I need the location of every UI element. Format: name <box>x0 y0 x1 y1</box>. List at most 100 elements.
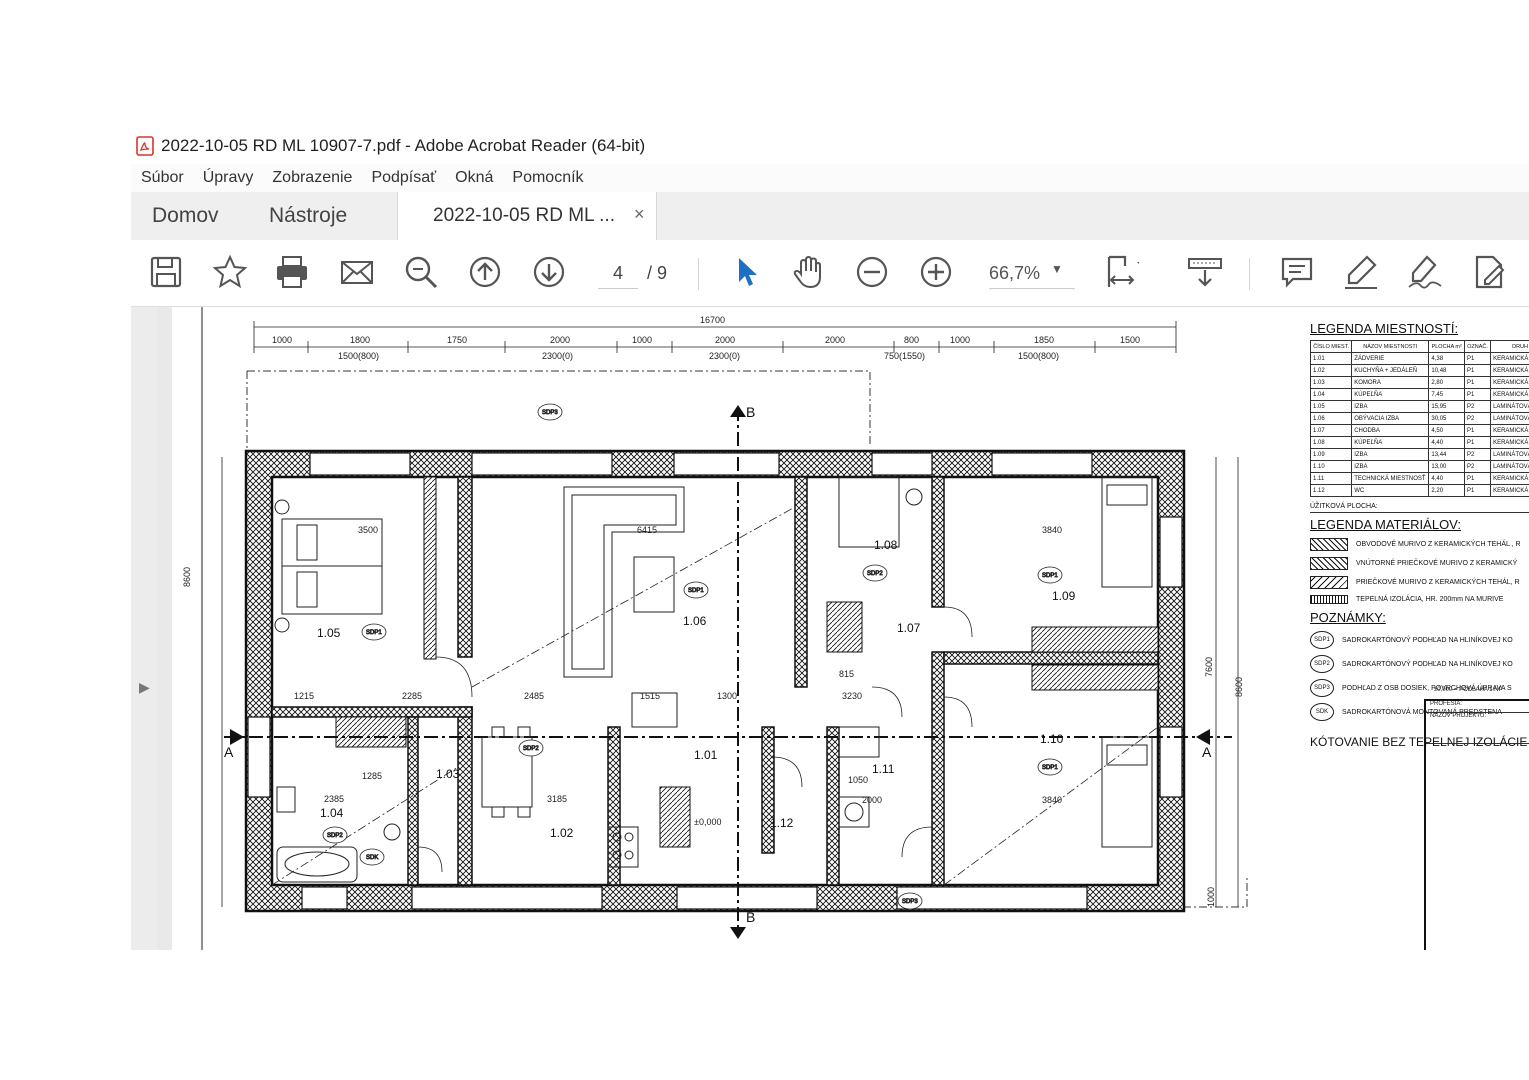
title-block-row: PROFESIA: <box>1426 701 1529 713</box>
fill-sign-button[interactable] <box>1471 254 1507 290</box>
dimension-label: 2300(0) <box>542 351 573 361</box>
room-label: 1.12 <box>770 816 794 830</box>
table-row: 1.07CHODBA4,50P1KERAMICKÁ DLAŽ <box>1309 424 1529 437</box>
zoom-out-button[interactable] <box>854 254 890 290</box>
dimension-label: 7600 <box>1204 657 1214 677</box>
ceiling-tag: SDP3 <box>542 410 558 416</box>
page-down-icon <box>533 256 565 288</box>
toolbar-separator <box>698 258 699 290</box>
bookmark-button[interactable] <box>212 254 248 290</box>
current-page-input[interactable]: 4 <box>598 258 638 289</box>
zoom-out-icon <box>856 256 888 288</box>
cell: LAMINÁTOVÁ POD <box>1490 412 1529 425</box>
cell: KERAMICKÁ DLAŽ <box>1490 484 1529 497</box>
title-bar: 2022-10-05 RD ML 10907-7.pdf - Adobe Acr… <box>131 128 1529 164</box>
dimension-label: 750(1550) <box>884 351 925 361</box>
dimension-label: 3230 <box>842 691 862 701</box>
dimension-label: 8600 <box>182 567 192 587</box>
email-button[interactable] <box>339 254 375 290</box>
dimension-label: 3840 <box>1042 795 1062 805</box>
cell: TECHNICKÁ MIESTNOSŤ <box>1351 472 1430 485</box>
comment-icon <box>1281 257 1313 288</box>
highlight-icon <box>1345 255 1377 289</box>
cell: 1.09 <box>1309 448 1353 461</box>
fill-sign-icon <box>1475 255 1505 289</box>
ceiling-tag: SDP1 <box>1042 573 1058 579</box>
zoom-in-button[interactable] <box>918 254 954 290</box>
comment-button[interactable] <box>1279 254 1315 290</box>
section-mark-b: B <box>746 404 755 420</box>
menu-sign[interactable]: Podpísať <box>371 169 436 187</box>
ceiling-tag: SDK <box>366 855 378 861</box>
dimension-label: 2000 <box>862 795 882 805</box>
ceiling-tag: SDP1 <box>1310 631 1334 649</box>
find-button[interactable] <box>403 254 439 290</box>
dimension-label: 2000 <box>550 335 570 345</box>
navigation-pane-toggle[interactable]: ▶ <box>131 307 157 950</box>
fit-page-button[interactable] <box>1103 254 1143 290</box>
notes-title: POZNÁMKY: <box>1310 610 1386 625</box>
menu-window[interactable]: Okná <box>455 169 493 187</box>
cell: P2 <box>1464 448 1492 461</box>
hatch-swatch <box>1310 557 1348 570</box>
table-row: 1.05IZBA15,95P2LAMINÁTOVÁ POD <box>1309 400 1529 413</box>
dimension-label: 2485 <box>524 691 544 701</box>
room-label: 1.09 <box>1052 589 1076 603</box>
tab-tools[interactable]: Nástroje <box>269 204 347 228</box>
search-zoom-icon <box>405 256 438 289</box>
cell: LAMINÁTOVÁ POD <box>1490 448 1529 461</box>
hand-tool-button[interactable] <box>791 254 827 290</box>
dimension-label: 1850 <box>1034 335 1054 345</box>
window-title: 2022-10-05 RD ML 10907-7.pdf - Adobe Acr… <box>161 136 646 155</box>
room-label: 1.06 <box>683 614 707 628</box>
rooms-table: ČÍSLO MIEST. NÁZOV MIESTNOSTI PLOCHA m² … <box>1309 340 1529 497</box>
section-mark-a: A <box>1202 744 1212 760</box>
overall-dimension: 16700 <box>700 315 725 325</box>
chevron-right-icon[interactable]: ▶ <box>139 679 150 696</box>
next-page-button[interactable] <box>531 254 567 290</box>
print-icon <box>277 256 307 288</box>
toolbar-separator <box>1249 258 1250 290</box>
dimension-label: 2000 <box>715 335 735 345</box>
highlight-button[interactable] <box>1343 254 1379 290</box>
dimension-label: 1300 <box>717 691 737 701</box>
menu-bar: Súbor Úpravy Zobrazenie Podpísať Okná Po… <box>131 164 1529 192</box>
email-icon <box>341 261 373 284</box>
usable-area-label: ÚŽITKOVÁ PLOCHA: <box>1310 503 1529 513</box>
cell: ZÁDVERIE <box>1351 352 1430 365</box>
menu-file[interactable]: Súbor <box>141 169 184 187</box>
room-label: 1.10 <box>1040 732 1064 746</box>
sign-button[interactable] <box>1407 254 1443 290</box>
cell: P1 <box>1464 472 1492 485</box>
close-tab-icon[interactable]: × <box>634 204 645 225</box>
select-tool-button[interactable] <box>728 254 764 290</box>
cell: P1 <box>1464 388 1492 401</box>
menu-view[interactable]: Zobrazenie <box>272 169 352 187</box>
room-label: 1.02 <box>550 826 574 840</box>
print-button[interactable] <box>274 254 310 290</box>
menu-help[interactable]: Pomocník <box>512 169 583 187</box>
cell: LAMINÁTOVÁ POD <box>1490 460 1529 473</box>
tab-home[interactable]: Domov <box>152 204 219 228</box>
cell: KERAMICKÁ DLAŽ <box>1490 424 1529 437</box>
menu-edit[interactable]: Úpravy <box>203 169 254 187</box>
previous-page-button[interactable] <box>467 254 503 290</box>
dimension-label: 3500 <box>358 525 378 535</box>
dimension-label: 8600 <box>1234 677 1244 697</box>
cell: KOMORA <box>1351 376 1430 389</box>
legend-panel: LEGENDA MIESTNOSTÍ: ČÍSLO MIEST. NÁZOV M… <box>1309 317 1529 749</box>
legend-item: TEPELNÁ IZOLÁCIA, HR. 200mm NA MURIVE <box>1310 595 1529 604</box>
cell: P1 <box>1464 364 1492 377</box>
dimension-label: 3185 <box>547 794 567 804</box>
cell: IZBA <box>1351 460 1430 473</box>
dimension-label: 1750 <box>447 335 467 345</box>
main-toolbar: 4 / 9 66,7% ▼ <box>131 240 1529 307</box>
ceiling-tag: SDP3 <box>1310 679 1334 697</box>
chevron-down-icon[interactable]: ▼ <box>1051 262 1063 276</box>
cell: 1.04 <box>1309 388 1353 401</box>
cell: P2 <box>1464 400 1492 413</box>
ceiling-tag: SDP2 <box>1310 655 1334 673</box>
tab-document[interactable]: 2022-10-05 RD ML ... × <box>397 192 657 240</box>
scroll-mode-button[interactable] <box>1187 254 1223 290</box>
save-button[interactable] <box>148 254 184 290</box>
